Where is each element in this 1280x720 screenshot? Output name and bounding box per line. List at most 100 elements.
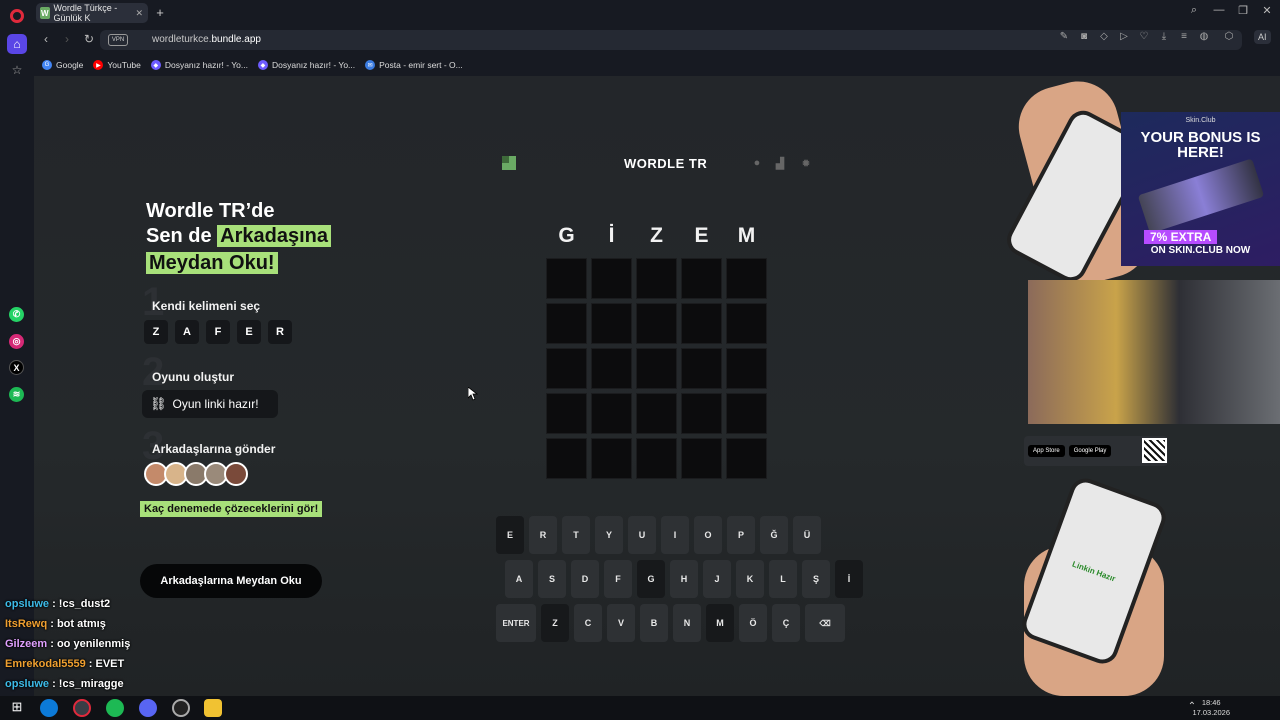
play-icon[interactable]: ▷ — [1117, 31, 1131, 42]
step-title-2: Oyunu oluştur — [152, 370, 234, 384]
grid-cell — [636, 258, 677, 299]
guess-grid — [546, 258, 767, 479]
grid-cell — [636, 438, 677, 479]
key-e[interactable]: E — [496, 516, 524, 554]
ai-button[interactable]: AI — [1254, 30, 1271, 44]
spotify-icon[interactable]: ≋ — [9, 387, 24, 402]
grid-cell — [546, 348, 587, 389]
key-i̇[interactable]: İ — [835, 560, 863, 598]
obs-icon[interactable] — [172, 699, 190, 717]
link-ready-chip: ⛓ Oyun linki hazır! — [142, 390, 278, 418]
x-icon[interactable]: X — [9, 360, 24, 375]
stats-icon[interactable]: ▟ — [774, 157, 786, 170]
key-ğ[interactable]: Ğ — [760, 516, 788, 554]
grid-cell — [681, 348, 722, 389]
chat-message: ItsRewq : bot atmış — [5, 614, 130, 634]
key-z[interactable]: Z — [541, 604, 569, 642]
key-i[interactable]: I — [661, 516, 689, 554]
key-r[interactable]: R — [529, 516, 557, 554]
maximize-icon[interactable]: ❐ — [1234, 4, 1252, 17]
close-tab-icon[interactable]: ✕ — [135, 8, 143, 19]
key-k[interactable]: K — [736, 560, 764, 598]
key-n[interactable]: N — [673, 604, 701, 642]
edge-icon[interactable] — [40, 699, 58, 717]
challenge-friends-button[interactable]: Arkadaşlarına Meydan Oku — [140, 564, 322, 598]
whatsapp-icon[interactable]: ✆ — [9, 307, 24, 322]
key-o[interactable]: O — [694, 516, 722, 554]
key-p[interactable]: P — [727, 516, 755, 554]
key-m[interactable]: M — [706, 604, 734, 642]
google-icon: G — [42, 60, 52, 70]
key-ç[interactable]: Ç — [772, 604, 800, 642]
vpn-badge[interactable]: VPN — [108, 34, 128, 46]
key-enter[interactable]: ENTER — [496, 604, 536, 642]
skinclub-ad[interactable]: Skin.Club YOUR BONUS IS HERE! 7% EXTRA O… — [1121, 112, 1280, 266]
forward-icon[interactable]: › — [59, 32, 75, 46]
close-window-icon[interactable]: ✕ — [1258, 4, 1276, 17]
download-icon[interactable]: ⤓ — [1157, 31, 1171, 42]
key-ü[interactable]: Ü — [793, 516, 821, 554]
target-letter: Z — [650, 224, 663, 247]
camera-icon[interactable]: ◙ — [1077, 31, 1091, 42]
new-tab-icon[interactable]: + — [152, 5, 168, 21]
bookmark-youtube[interactable]: ▶ YouTube — [93, 60, 141, 70]
grid-cell — [591, 438, 632, 479]
key-t[interactable]: T — [562, 516, 590, 554]
info-icon[interactable]: ● — [751, 157, 763, 169]
tab-wordle[interactable]: W Wordle Türkçe - Günlük K ✕ — [36, 3, 148, 23]
extensions-icon[interactable]: ⬡ — [1222, 31, 1236, 42]
grid-cell — [591, 393, 632, 434]
spotify-icon[interactable] — [106, 699, 124, 717]
menu-icon[interactable]: ≡ — [1177, 31, 1191, 42]
key-g[interactable]: G — [637, 560, 665, 598]
key-b[interactable]: B — [640, 604, 668, 642]
key-h[interactable]: H — [670, 560, 698, 598]
mouse-cursor-icon — [468, 387, 478, 401]
key-s[interactable]: S — [538, 560, 566, 598]
key-ş[interactable]: Ş — [802, 560, 830, 598]
shield-icon[interactable]: ◇ — [1097, 31, 1111, 42]
grid-cell — [591, 258, 632, 299]
key-ö[interactable]: Ö — [739, 604, 767, 642]
key-l[interactable]: L — [769, 560, 797, 598]
settings-icon[interactable]: ✹ — [800, 157, 812, 170]
search-icon[interactable]: ⌕ — [1185, 4, 1203, 17]
key-c[interactable]: C — [574, 604, 602, 642]
chat-message: Emrekodal5559 : EVET — [5, 654, 130, 674]
edit-icon[interactable]: ✎ — [1057, 31, 1071, 42]
key-d[interactable]: D — [571, 560, 599, 598]
target-letter: M — [737, 224, 756, 247]
game-title: WORDLE TR — [624, 156, 708, 171]
explorer-icon[interactable] — [204, 699, 222, 717]
heart-icon[interactable]: ♡ — [1137, 31, 1151, 42]
app-store-badge[interactable]: App Store — [1028, 445, 1065, 457]
opera-logo-icon[interactable] — [10, 9, 24, 23]
instagram-icon[interactable]: ◎ — [9, 334, 24, 349]
chat-text: : oo yenilenmiş — [47, 638, 131, 650]
windows-start-icon[interactable]: ⊞ — [8, 699, 26, 717]
key-backspace-icon[interactable]: ⌫ — [805, 604, 845, 642]
star-icon[interactable]: ☆ — [7, 60, 27, 80]
minimize-icon[interactable]: — — [1210, 4, 1228, 16]
bookmark-mail[interactable]: ✉ Posta - emir sert - O... — [365, 60, 463, 70]
chat-message: opsluwe : !cs_miragge — [5, 674, 130, 694]
bookmark-doc-2[interactable]: ◆ Dosyanız hazır! - Yo... — [257, 60, 355, 70]
key-u[interactable]: U — [628, 516, 656, 554]
reload-icon[interactable]: ↻ — [81, 32, 97, 46]
clock[interactable]: 18:46 17.03.2026 — [1192, 698, 1230, 718]
back-icon[interactable]: ‹ — [38, 32, 54, 46]
key-y[interactable]: Y — [595, 516, 623, 554]
bookmark-google[interactable]: G Google — [42, 60, 83, 70]
grid-cell — [636, 393, 677, 434]
discord-icon[interactable] — [139, 699, 157, 717]
opera-icon[interactable] — [73, 699, 91, 717]
key-f[interactable]: F — [604, 560, 632, 598]
key-v[interactable]: V — [607, 604, 635, 642]
bookmark-doc-1[interactable]: ◆ Dosyanız hazır! - Yo... — [150, 60, 248, 70]
chat-message: Gilzeem : oo yenilenmiş — [5, 634, 130, 654]
profile-icon[interactable]: ◍ — [1197, 31, 1211, 42]
home-icon[interactable]: ⌂ — [7, 34, 27, 54]
google-play-badge[interactable]: Google Play — [1068, 445, 1112, 457]
key-a[interactable]: A — [505, 560, 533, 598]
key-j[interactable]: J — [703, 560, 731, 598]
